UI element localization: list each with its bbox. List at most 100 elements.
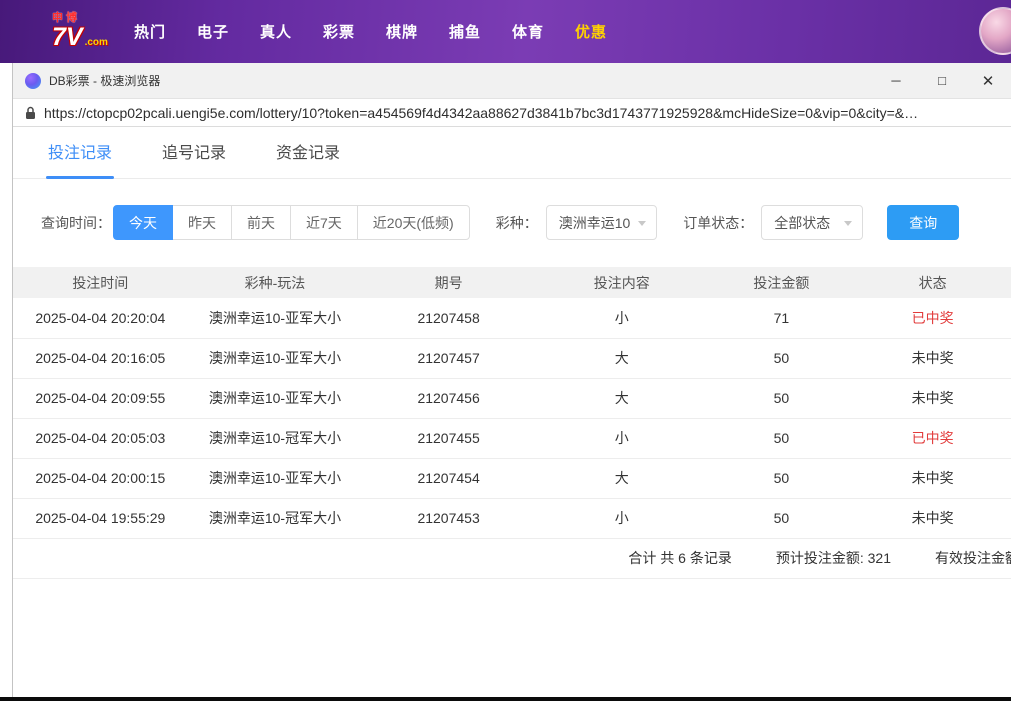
window-title: DB彩票 - 极速浏览器: [49, 72, 160, 89]
cell-bet-content: 小: [535, 298, 709, 338]
site-logo[interactable]: 申博 7V.com: [52, 13, 108, 50]
summary-valid-amount: 有效投注金额: [935, 548, 1011, 568]
summary-total-records: 合计 共 6 条记录: [628, 548, 731, 568]
cell-bet-content: 小: [535, 498, 709, 538]
chevron-down-icon: [638, 221, 646, 226]
time-filter-last20days[interactable]: 近20天(低频): [357, 205, 470, 240]
cell-issue-number: 21207457: [362, 338, 535, 378]
window-controls: ─ □ ✕: [873, 63, 1011, 98]
cell-issue-number: 21207458: [362, 298, 535, 338]
time-filter-yesterday[interactable]: 昨天: [172, 205, 232, 240]
minimize-button[interactable]: ─: [873, 63, 919, 98]
nav-item-sports[interactable]: 体育: [512, 21, 544, 42]
table-body: 2025-04-04 20:20:04 澳洲幸运10-亚军大小 21207458…: [13, 298, 1011, 538]
cell-bet-content: 大: [535, 338, 709, 378]
table-row: 2025-04-04 20:20:04 澳洲幸运10-亚军大小 21207458…: [13, 298, 1011, 338]
cell-issue-number: 21207456: [362, 378, 535, 418]
logo-brand: 7V: [52, 23, 83, 51]
logo-text-main: 7V.com: [52, 25, 108, 50]
cell-bet-amount: 50: [709, 338, 855, 378]
cell-bet-amount: 50: [709, 378, 855, 418]
nav-item-lottery[interactable]: 彩票: [323, 21, 355, 42]
summary-bar: 合计 共 6 条记录 预计投注金额: 321 有效投注金额: [13, 539, 1011, 579]
table-row: 2025-04-04 19:55:29 澳洲幸运10-冠军大小 21207453…: [13, 498, 1011, 538]
time-filter-today[interactable]: 今天: [113, 205, 173, 240]
time-filter-last7days[interactable]: 近7天: [290, 205, 358, 240]
site-header: 申博 7V.com 热门 电子 真人 彩票 棋牌 捕鱼 体育 优惠: [0, 0, 1011, 63]
user-avatar[interactable]: [979, 7, 1011, 55]
nav-item-boardgames[interactable]: 棋牌: [386, 21, 418, 42]
cell-bet-time: 2025-04-04 20:20:04: [13, 298, 188, 338]
lottery-filter-label: 彩种：: [496, 213, 538, 233]
tab-fund-records[interactable]: 资金记录: [274, 127, 342, 178]
nav-item-slots[interactable]: 电子: [197, 21, 229, 42]
address-bar[interactable]: https://ctopcp02pcali.uengi5e.com/lotter…: [13, 99, 1011, 127]
cell-bet-content: 小: [535, 418, 709, 458]
col-header-bet-amount: 投注金额: [709, 267, 855, 298]
col-header-bet-time: 投注时间: [13, 267, 188, 298]
nav-item-hot[interactable]: 热门: [134, 21, 166, 42]
cell-bet-time: 2025-04-04 19:55:29: [13, 498, 188, 538]
cell-bet-amount: 50: [709, 418, 855, 458]
cell-bet-time: 2025-04-04 20:09:55: [13, 378, 188, 418]
cell-game-play: 澳洲幸运10-亚军大小: [188, 338, 363, 378]
nav-item-promotions[interactable]: 优惠: [575, 21, 607, 42]
main-nav: 热门 电子 真人 彩票 棋牌 捕鱼 体育 优惠: [134, 21, 607, 42]
status-select-value: 全部状态: [774, 213, 830, 233]
window-titlebar[interactable]: DB彩票 - 极速浏览器 ─ □ ✕: [13, 63, 1011, 99]
table-row: 2025-04-04 20:16:05 澳洲幸运10-亚军大小 21207457…: [13, 338, 1011, 378]
record-tabs: 投注记录 追号记录 资金记录: [13, 127, 1011, 179]
browser-window: DB彩票 - 极速浏览器 ─ □ ✕ https://ctopcp02pcali…: [12, 63, 1011, 697]
maximize-button[interactable]: □: [919, 63, 965, 98]
cell-status: 未中奖: [854, 498, 1011, 538]
col-header-status: 状态: [854, 267, 1011, 298]
cell-game-play: 澳洲幸运10-冠军大小: [188, 498, 363, 538]
cell-bet-amount: 71: [709, 298, 855, 338]
filter-bar: 查询时间： 今天 昨天 前天 近7天 近20天(低频) 彩种： 澳洲幸运10 订…: [13, 179, 1011, 240]
chevron-down-icon: [844, 221, 852, 226]
table-row: 2025-04-04 20:09:55 澳洲幸运10-亚军大小 21207456…: [13, 378, 1011, 418]
close-button[interactable]: ✕: [965, 63, 1011, 98]
cell-bet-amount: 50: [709, 458, 855, 498]
table-row: 2025-04-04 20:05:03 澳洲幸运10-冠军大小 21207455…: [13, 418, 1011, 458]
cell-status: 已中奖: [854, 298, 1011, 338]
cell-issue-number: 21207455: [362, 418, 535, 458]
time-filter-label: 查询时间：: [41, 213, 111, 233]
url-text[interactable]: https://ctopcp02pcali.uengi5e.com/lotter…: [44, 105, 918, 121]
table-row: 2025-04-04 20:00:15 澳洲幸运10-亚军大小 21207454…: [13, 458, 1011, 498]
tab-bet-records[interactable]: 投注记录: [46, 127, 114, 178]
lock-icon: [25, 106, 36, 120]
cell-bet-content: 大: [535, 378, 709, 418]
time-filter-group: 今天 昨天 前天 近7天 近20天(低频): [113, 205, 470, 240]
cell-bet-time: 2025-04-04 20:16:05: [13, 338, 188, 378]
cell-bet-content: 大: [535, 458, 709, 498]
screen-bottom-edge: [0, 697, 1011, 701]
logo-suffix: .com: [85, 37, 108, 48]
browser-app-icon: [25, 73, 41, 89]
cell-game-play: 澳洲幸运10-亚军大小: [188, 458, 363, 498]
nav-item-fishing[interactable]: 捕鱼: [449, 21, 481, 42]
cell-game-play: 澳洲幸运10-冠军大小: [188, 418, 363, 458]
col-header-issue: 期号: [362, 267, 535, 298]
lottery-select[interactable]: 澳洲幸运10: [546, 205, 658, 240]
summary-expected-amount: 预计投注金额: 321: [776, 548, 891, 568]
cell-status: 已中奖: [854, 418, 1011, 458]
cell-status: 未中奖: [854, 338, 1011, 378]
time-filter-day-before[interactable]: 前天: [231, 205, 291, 240]
cell-bet-time: 2025-04-04 20:05:03: [13, 418, 188, 458]
tab-chase-records[interactable]: 追号记录: [160, 127, 228, 178]
nav-item-live[interactable]: 真人: [260, 21, 292, 42]
search-button[interactable]: 查询: [887, 205, 959, 240]
cell-game-play: 澳洲幸运10-亚军大小: [188, 298, 363, 338]
records-table: 投注时间 彩种-玩法 期号 投注内容 投注金额 状态 2025-04-04 20…: [13, 267, 1011, 539]
cell-status: 未中奖: [854, 458, 1011, 498]
lottery-record-page: 投注记录 追号记录 资金记录 查询时间： 今天 昨天 前天 近7天 近20天(低…: [13, 127, 1011, 697]
status-select[interactable]: 全部状态: [761, 205, 863, 240]
col-header-bet-content: 投注内容: [535, 267, 709, 298]
status-filter-label: 订单状态：: [683, 213, 753, 233]
cell-bet-amount: 50: [709, 498, 855, 538]
table-header-row: 投注时间 彩种-玩法 期号 投注内容 投注金额 状态: [13, 267, 1011, 298]
cell-issue-number: 21207454: [362, 458, 535, 498]
lottery-select-value: 澳洲幸运10: [559, 213, 631, 233]
cell-bet-time: 2025-04-04 20:00:15: [13, 458, 188, 498]
